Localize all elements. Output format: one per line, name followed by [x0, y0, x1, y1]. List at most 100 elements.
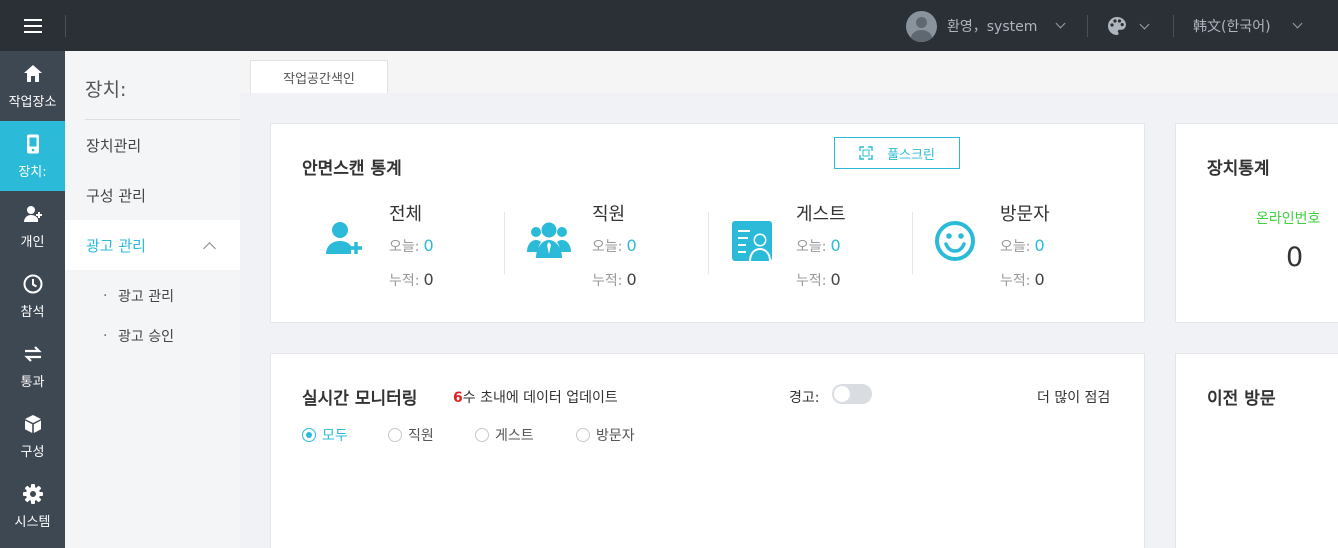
submenu-child-ad-approval[interactable]: 광고 승인	[65, 316, 240, 356]
total-label: 누적:	[796, 273, 827, 289]
hamburger-icon	[23, 18, 42, 33]
total-value: 0	[830, 270, 841, 289]
device-submenu: 장치: 장치관리 구성 관리 광고 관리 광고 관리 광고 승인	[65, 51, 240, 548]
user-greeting: 환영，system	[947, 19, 1038, 35]
stat-divider	[708, 212, 709, 274]
stat-divider	[504, 212, 505, 274]
stat-total-count: 누적: 0	[796, 270, 841, 290]
topbar-divider	[65, 15, 66, 37]
submenu-item-config-management[interactable]: 구성 관리	[65, 170, 240, 220]
transfer-icon	[23, 345, 42, 362]
previous-visits-card: 이전 방문	[1175, 353, 1338, 548]
top-bar: 환영，system 韩文(한국어)	[0, 0, 1338, 51]
menu-toggle-button[interactable]	[0, 0, 65, 51]
nav-item-pass[interactable]: 통과	[0, 331, 65, 401]
total-label: 누적:	[1000, 273, 1031, 289]
gear-icon	[22, 483, 43, 504]
filter-visitor-radio[interactable]: 방문자	[576, 426, 635, 444]
filter-label: 직원	[408, 428, 434, 444]
nav-item-label: 통과	[20, 374, 45, 390]
online-count-label: 온라인번호	[1256, 211, 1321, 227]
chevron-down-icon[interactable]	[1292, 18, 1303, 29]
person-add-icon	[23, 205, 42, 222]
smiley-icon	[935, 221, 975, 261]
stat-total-count: 누적: 0	[389, 270, 434, 290]
total-value: 0	[626, 270, 637, 289]
nav-item-label: 참석	[20, 304, 45, 320]
filter-label: 게스트	[495, 428, 534, 444]
today-value: 0	[626, 236, 637, 255]
user-menu[interactable]: 환영，system	[906, 10, 1066, 42]
submenu-item-label: 구성 관리	[86, 186, 146, 205]
submenu-item-device-management[interactable]: 장치관리	[65, 120, 240, 170]
stat-name: 게스트	[796, 204, 846, 225]
warning-toggle[interactable]	[832, 384, 872, 404]
today-label: 오늘:	[1000, 239, 1031, 255]
icon-sidebar: 작업장소 장치: 개인 참석 통과 구성 시스템	[0, 51, 65, 548]
today-label: 오늘:	[592, 239, 623, 255]
stat-today: 오늘: 0	[389, 236, 434, 256]
filter-label: 방문자	[596, 428, 635, 444]
chevron-up-icon	[203, 242, 216, 255]
stat-name: 방문자	[1000, 204, 1050, 225]
update-interval-text: 6수 초내에 데이터 업데이트	[453, 387, 618, 407]
topbar-divider	[1173, 15, 1174, 37]
submenu-item-label: 광고 관리	[86, 236, 146, 255]
nav-item-attendance[interactable]: 참석	[0, 261, 65, 331]
tab-strip: 작업공간색인	[240, 51, 1338, 93]
total-label: 누적:	[389, 273, 420, 289]
fullscreen-button[interactable]: 풀스크린	[834, 137, 960, 169]
nav-item-system[interactable]: 시스템	[0, 471, 65, 541]
today-value: 0	[423, 236, 434, 255]
fullscreen-icon	[859, 146, 873, 160]
nav-item-config[interactable]: 구성	[0, 401, 65, 471]
today-value: 0	[830, 236, 841, 255]
nav-item-label: 개인	[20, 234, 45, 250]
card-title: 안면스캔 통계	[302, 159, 402, 179]
chevron-down-icon[interactable]	[1139, 19, 1150, 30]
nav-item-device[interactable]: 장치:	[0, 121, 65, 191]
main-content: 작업공간색인 안면스캔 통계 풀스크린 전체 오늘: 0 누적: 0 직원 오늘…	[240, 51, 1338, 548]
nav-item-workplace[interactable]: 작업장소	[0, 51, 65, 121]
nav-item-personal[interactable]: 개인	[0, 191, 65, 261]
fullscreen-label: 풀스크린	[887, 147, 935, 163]
radio-dot	[475, 428, 489, 442]
tab-workspace-index[interactable]: 작업공간색인	[250, 60, 388, 93]
topbar-divider	[1087, 15, 1088, 37]
update-interval-label: 수 초내에 데이터 업데이트	[462, 390, 618, 406]
nav-item-label: 구성	[20, 444, 45, 460]
card-title: 이전 방문	[1207, 389, 1276, 409]
submenu-title: 장치:	[85, 79, 127, 101]
see-more-link[interactable]: 더 많이 점검	[1037, 387, 1110, 407]
submenu-item-label: 장치관리	[86, 136, 142, 155]
palette-icon[interactable]	[1107, 16, 1127, 36]
filter-label: 모두	[322, 428, 348, 444]
total-value: 0	[423, 270, 434, 289]
submenu-child-label: 광고 승인	[118, 329, 174, 345]
stat-divider	[912, 212, 913, 274]
update-interval-number: 6	[453, 390, 463, 406]
total-value: 0	[1034, 270, 1045, 289]
submenu-child-label: 광고 관리	[118, 289, 174, 305]
filter-guest-radio[interactable]: 게스트	[475, 426, 534, 444]
filter-staff-radio[interactable]: 직원	[388, 426, 434, 444]
clock-icon	[23, 274, 42, 293]
stat-total-count: 누적: 0	[592, 270, 637, 290]
nav-item-label: 시스템	[14, 514, 51, 530]
device-icon	[26, 134, 39, 153]
today-label: 오늘:	[796, 239, 827, 255]
warning-label: 경고:	[789, 390, 820, 406]
stat-today: 오늘: 0	[1000, 236, 1045, 256]
face-scan-stats-card: 안면스캔 통계 풀스크린 전체 오늘: 0 누적: 0 직원 오늘: 0 누적:…	[270, 123, 1145, 323]
card-title: 실시간 모니터링	[302, 389, 418, 409]
language-select[interactable]: 韩文(한국어)	[1193, 16, 1271, 36]
stat-name: 전체	[389, 204, 423, 225]
today-value: 0	[1034, 236, 1045, 255]
submenu-item-ad-management[interactable]: 광고 관리	[65, 220, 240, 270]
device-stats-card: 장치통계 온라인번호 0	[1175, 123, 1338, 323]
submenu-child-ad-management[interactable]: 광고 관리	[65, 276, 240, 316]
stat-today: 오늘: 0	[592, 236, 637, 256]
filter-all-radio[interactable]: 모두	[302, 426, 348, 444]
radio-dot	[302, 428, 316, 442]
nav-item-label: 작업장소	[8, 94, 57, 110]
